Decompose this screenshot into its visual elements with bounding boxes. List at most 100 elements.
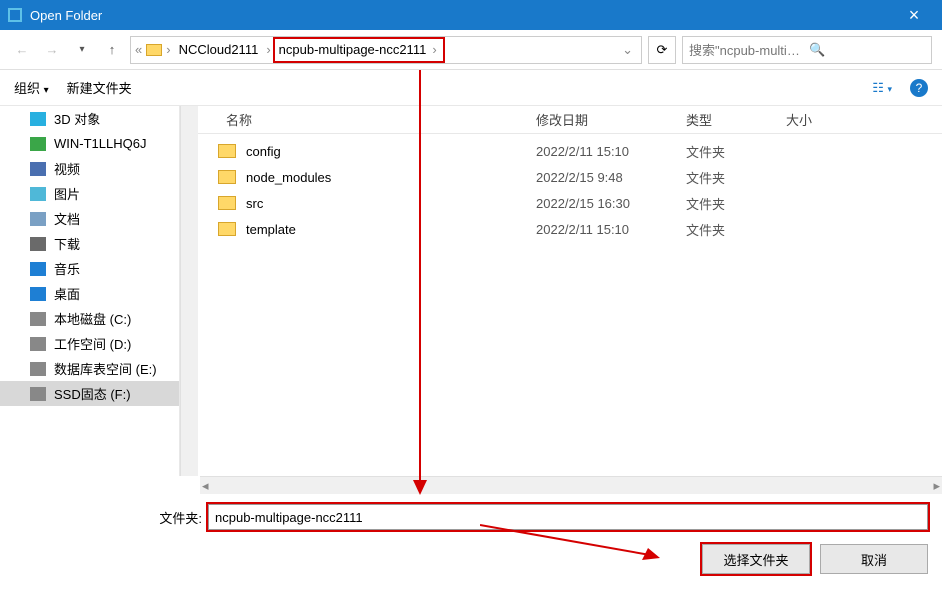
search-placeholder: 搜索"ncpub-multipage-ncc... (689, 40, 805, 59)
file-date: 2022/2/15 16:30 (536, 196, 686, 211)
toolbar: 组织 ▾ 新建文件夹 ☷ ▾ ? (0, 70, 942, 106)
horizontal-scrollbar[interactable]: ◂▸ (200, 476, 942, 494)
app-logo-icon (8, 8, 22, 22)
sidebar-item[interactable]: SSD固态 (F:) (0, 381, 179, 406)
sidebar-item[interactable]: 视频 (0, 156, 179, 181)
sidebar-item[interactable]: 音乐 (0, 256, 179, 281)
sidebar-item-label: 文档 (54, 209, 80, 228)
sidebar-item[interactable]: WIN-T1LLHQ6J (0, 131, 179, 156)
sidebar-item-label: 工作空间 (D:) (54, 334, 131, 353)
scroll-left-icon: ◂ (202, 478, 209, 494)
col-name[interactable]: 名称 (218, 110, 528, 129)
dropdown-icon[interactable]: ⌄ (616, 42, 639, 58)
folder-name-label: 文件夹: (154, 508, 202, 527)
sidebar-item[interactable]: 3D 对象 (0, 106, 179, 131)
nav-bar: ← → ▾ ↑ « › NCCloud2111 › ncpub-multipag… (0, 30, 942, 70)
folder-icon (146, 44, 162, 56)
col-type[interactable]: 类型 (678, 110, 778, 129)
file-type: 文件夹 (686, 220, 786, 239)
file-list: config2022/2/11 15:10文件夹node_modules2022… (198, 134, 942, 476)
file-type: 文件夹 (686, 142, 786, 161)
sidebar-item-label: 本地磁盘 (C:) (54, 309, 131, 328)
item-icon (30, 237, 46, 251)
new-folder-button[interactable]: 新建文件夹 (67, 78, 132, 97)
folder-name-input[interactable] (208, 504, 928, 530)
sidebar-item-label: 桌面 (54, 284, 80, 303)
column-headers[interactable]: 名称 修改日期 类型 大小 (198, 106, 942, 134)
folder-icon (218, 170, 236, 184)
sidebar-item[interactable]: 数据库表空间 (E:) (0, 356, 179, 381)
refresh-button[interactable]: ⟳ (648, 36, 676, 64)
help-button[interactable]: ? (910, 79, 928, 97)
sidebar-item-label: 音乐 (54, 259, 80, 278)
file-name: src (246, 196, 536, 211)
sidebar-item[interactable]: 图片 (0, 181, 179, 206)
file-row[interactable]: template2022/2/11 15:10文件夹 (198, 216, 942, 242)
item-icon (30, 287, 46, 301)
item-icon (30, 362, 46, 376)
sidebar-item-label: 3D 对象 (54, 109, 100, 128)
folder-icon (218, 196, 236, 210)
breadcrumb-bar[interactable]: « › NCCloud2111 › ncpub-multipage-ncc211… (130, 36, 642, 64)
item-icon (30, 337, 46, 351)
view-options-button[interactable]: ☷ ▾ (872, 80, 892, 96)
sidebar-item-label: 数据库表空间 (E:) (54, 359, 157, 378)
sidebar-item-label: 视频 (54, 159, 80, 178)
file-date: 2022/2/11 15:10 (536, 144, 686, 159)
file-name: template (246, 222, 536, 237)
folder-icon (218, 222, 236, 236)
chevron-right-icon: › (264, 42, 272, 57)
main-area: 3D 对象 WIN-T1LLHQ6J 视频图片文档下载音乐桌面本地磁盘 (C:) 工作… (0, 106, 942, 476)
file-row[interactable]: config2022/2/11 15:10文件夹 (198, 138, 942, 164)
cancel-button[interactable]: 取消 (820, 544, 928, 574)
sidebar-item[interactable]: 文档 (0, 206, 179, 231)
back-button[interactable]: ← (10, 38, 34, 62)
scroll-right-icon: ▸ (933, 478, 940, 494)
item-icon (30, 112, 46, 126)
sidebar-item[interactable]: 本地磁盘 (C:) (0, 306, 179, 331)
search-icon: 🔍 (809, 42, 925, 58)
file-type: 文件夹 (686, 168, 786, 187)
sidebar-item[interactable]: 桌面 (0, 281, 179, 306)
breadcrumb-parent[interactable]: NCCloud2111 (173, 37, 265, 63)
close-button[interactable]: × (894, 5, 934, 26)
item-icon (30, 212, 46, 226)
sidebar-item-label: 下载 (54, 234, 80, 253)
item-icon (30, 312, 46, 326)
chevron-left-icon: « (133, 42, 144, 57)
file-name: config (246, 144, 536, 159)
item-icon (30, 137, 46, 151)
organize-menu[interactable]: 组织 ▾ (14, 78, 49, 97)
recent-dropdown[interactable]: ▾ (70, 38, 94, 62)
window-title: Open Folder (30, 8, 894, 23)
chevron-right-icon: › (164, 42, 172, 57)
sidebar-item[interactable]: 下载 (0, 231, 179, 256)
sidebar-scrollbar[interactable] (180, 106, 198, 476)
file-date: 2022/2/11 15:10 (536, 222, 686, 237)
title-bar: Open Folder × (0, 0, 942, 30)
sidebar-item-label: SSD固态 (F:) (54, 384, 131, 403)
forward-button[interactable]: → (40, 38, 64, 62)
col-size[interactable]: 大小 (778, 110, 858, 129)
folder-icon (218, 144, 236, 158)
sidebar-item-label: WIN-T1LLHQ6J (54, 136, 146, 151)
item-icon (30, 262, 46, 276)
sidebar: 3D 对象 WIN-T1LLHQ6J 视频图片文档下载音乐桌面本地磁盘 (C:) 工作… (0, 106, 180, 476)
file-row[interactable]: node_modules2022/2/15 9:48文件夹 (198, 164, 942, 190)
up-button[interactable]: ↑ (100, 38, 124, 62)
file-name: node_modules (246, 170, 536, 185)
file-area: 名称 修改日期 类型 大小 config2022/2/11 15:10文件夹no… (198, 106, 942, 476)
select-folder-button[interactable]: 选择文件夹 (702, 544, 810, 574)
sidebar-item[interactable]: 工作空间 (D:) (0, 331, 179, 356)
file-date: 2022/2/15 9:48 (536, 170, 686, 185)
item-icon (30, 387, 46, 401)
item-icon (30, 187, 46, 201)
sidebar-item-label: 图片 (54, 184, 80, 203)
chevron-down-icon: ▾ (44, 85, 49, 96)
bottom-panel: 文件夹: 选择文件夹 取消 (0, 494, 942, 588)
breadcrumb-current[interactable]: ncpub-multipage-ncc2111› (273, 37, 445, 63)
file-type: 文件夹 (686, 194, 786, 213)
col-date[interactable]: 修改日期 (528, 110, 678, 129)
search-field[interactable]: 搜索"ncpub-multipage-ncc... 🔍 (682, 36, 932, 64)
file-row[interactable]: src2022/2/15 16:30文件夹 (198, 190, 942, 216)
